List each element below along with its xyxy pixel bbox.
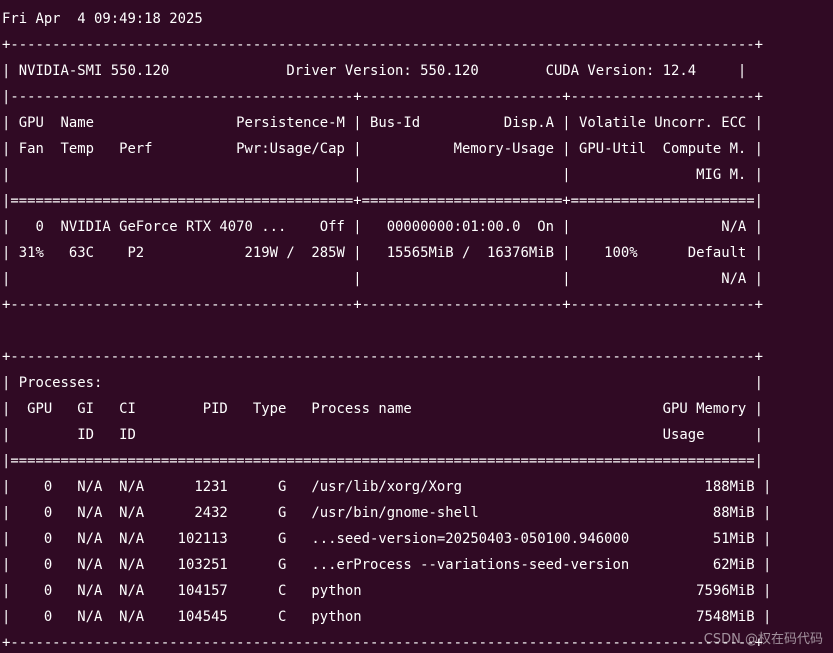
terminal-line: | 0 N/A N/A 104157 C python 7596MiB | (2, 583, 772, 599)
terminal-line: |=======================================… (2, 453, 764, 469)
terminal-line: | GPU Name Persistence-M | Bus-Id Disp.A… (2, 115, 764, 131)
terminal-line: |=======================================… (2, 193, 764, 209)
terminal-line: | 31% 63C P2 219W / 285W | 15565MiB / 16… (2, 245, 764, 261)
terminal-line: | 0 N/A N/A 103251 G ...erProcess --vari… (2, 557, 772, 573)
terminal-output[interactable]: Fri Apr 4 09:49:18 2025 +----------------… (2, 6, 833, 653)
terminal-line: | 0 N/A N/A 1231 G /usr/lib/xorg/Xorg 18… (2, 479, 772, 495)
terminal-line: +---------------------------------------… (2, 297, 764, 313)
terminal-line: Fri Apr 4 09:49:18 2025 (2, 11, 203, 27)
terminal-line: | GPU GI CI PID Type Process name GPU Me… (2, 401, 764, 417)
terminal-line: | ID ID Usage | (2, 427, 764, 443)
terminal-line: +---------------------------------------… (2, 349, 764, 365)
terminal-line: | 0 NVIDIA GeForce RTX 4070 ... Off | 00… (2, 219, 764, 235)
terminal-line: | 0 N/A N/A 2432 G /usr/bin/gnome-shell … (2, 505, 772, 521)
terminal-line: +---------------------------------------… (2, 37, 764, 53)
terminal-line: | | | MIG M. | (2, 167, 764, 183)
terminal-line: | 0 N/A N/A 104545 C python 7548MiB | (2, 609, 772, 625)
terminal-line: | Fan Temp Perf Pwr:Usage/Cap | Memory-U… (2, 141, 764, 157)
csdn-watermark: CSDN @权在码代码 (703, 632, 823, 647)
terminal-line: | | | N/A | (2, 271, 764, 287)
terminal-line: | NVIDIA-SMI 550.120 Driver Version: 550… (2, 63, 747, 79)
terminal-line: | Processes: | (2, 375, 764, 391)
terminal-line: | 0 N/A N/A 102113 G ...seed-version=202… (2, 531, 772, 547)
terminal-line: |---------------------------------------… (2, 89, 764, 105)
